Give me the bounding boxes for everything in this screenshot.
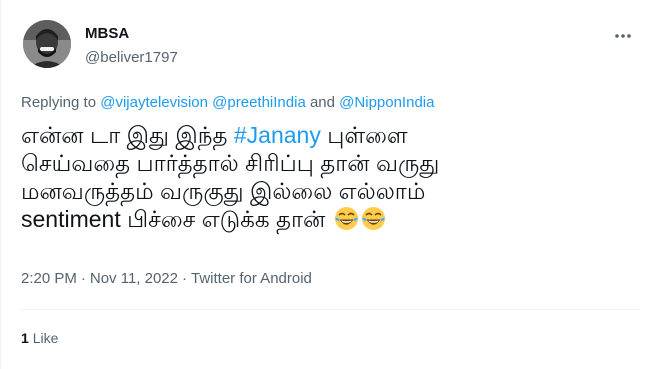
replying-conjunction: and xyxy=(305,94,340,111)
hashtag-link[interactable]: #Janany xyxy=(234,122,321,148)
tweet-text-line: செய்வதை பார்த்தால் சிரிப்பு தான் வருது xyxy=(21,150,440,176)
avatar[interactable] xyxy=(23,20,71,68)
replying-to-line: Replying to @vijaytelevision @preethiInd… xyxy=(21,94,434,111)
meta-separator: · xyxy=(80,270,86,287)
tweet-source: Twitter for Android xyxy=(191,270,312,287)
tweet-card: MBSA @beliver1797 Replying to @vijaytele… xyxy=(0,0,659,369)
mention-link[interactable]: @NipponIndia xyxy=(339,94,434,111)
avatar-photo xyxy=(23,20,71,68)
face-with-tears-of-joy-icon xyxy=(334,206,359,237)
likes-stat[interactable]: 1 Like xyxy=(21,330,58,346)
tweet-time[interactable]: 2:20 PM xyxy=(21,270,77,287)
meta-separator: · xyxy=(182,270,187,287)
mention-link[interactable]: @preethiIndia xyxy=(212,94,306,111)
tweet-text: என்ன டா இது இந்த #Janany புள்ளை செய்வதை … xyxy=(21,121,631,237)
author-handle[interactable]: @beliver1797 xyxy=(85,49,178,66)
tweet-text-segment: sentiment பிச்சை எடுக்க தான் xyxy=(21,206,332,232)
tweet-date[interactable]: Nov 11, 2022 xyxy=(90,270,178,287)
mention-link[interactable]: @vijaytelevision xyxy=(100,94,208,111)
more-options-button[interactable] xyxy=(609,22,637,50)
replying-to-prefix: Replying to xyxy=(21,94,101,111)
divider xyxy=(21,309,639,310)
tweet-text-line: என்ன டா இது இந்த #Janany புள்ளை xyxy=(21,121,631,149)
face-with-tears-of-joy-icon xyxy=(361,206,386,237)
author-display-name[interactable]: MBSA xyxy=(85,25,129,42)
like-label: Like xyxy=(32,330,59,346)
tweet-text-line: sentiment பிச்சை எடுக்க தான் xyxy=(21,205,631,237)
tweet-text-line: மனவருத்தம் வருகுது இல்லை எல்லாம் xyxy=(21,178,426,204)
tweet-text-segment: புள்ளை xyxy=(320,122,408,148)
like-count: 1 xyxy=(21,330,29,346)
tweet-meta: 2:20 PM · Nov 11, 2022 · Twitter for Android xyxy=(21,270,312,287)
tweet-text-segment: என்ன டா இது இந்த xyxy=(21,122,234,148)
more-horizontal-icon xyxy=(615,34,631,38)
